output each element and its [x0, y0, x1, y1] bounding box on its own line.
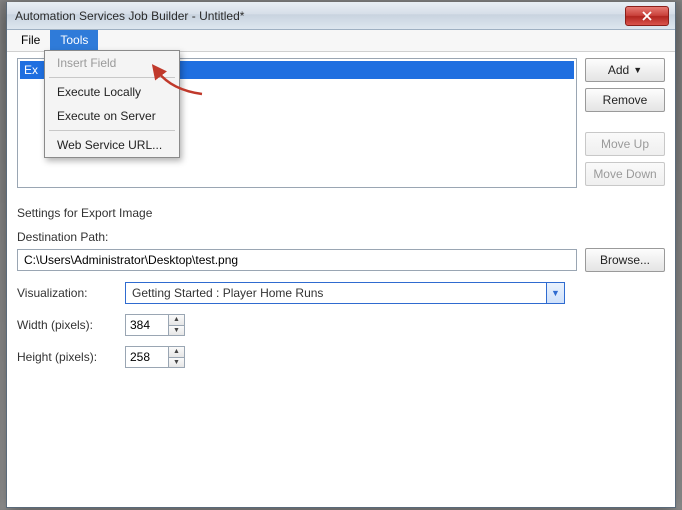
- menu-tools[interactable]: Tools: [50, 30, 98, 51]
- menubar: File Tools: [7, 30, 675, 52]
- close-icon: [642, 11, 652, 21]
- visualization-value: Getting Started : Player Home Runs: [132, 286, 546, 300]
- visualization-label: Visualization:: [17, 286, 117, 300]
- menu-insert-field: Insert Field: [45, 51, 179, 75]
- move-up-button[interactable]: Move Up: [585, 132, 665, 156]
- menu-file[interactable]: File: [11, 30, 50, 51]
- visualization-combo[interactable]: Getting Started : Player Home Runs ▼: [125, 282, 565, 304]
- spinner-down-icon[interactable]: ▼: [169, 325, 184, 336]
- add-button[interactable]: Add ▼: [585, 58, 665, 82]
- menu-separator: [49, 130, 175, 131]
- menu-execute-locally[interactable]: Execute Locally: [45, 80, 179, 104]
- chevron-down-icon[interactable]: ▼: [546, 283, 564, 303]
- close-button[interactable]: [625, 6, 669, 26]
- menu-separator: [49, 77, 175, 78]
- width-label: Width (pixels):: [17, 318, 117, 332]
- tools-menu: Insert Field Execute Locally Execute on …: [44, 50, 180, 158]
- height-input[interactable]: [126, 347, 168, 367]
- dest-path-input[interactable]: [17, 249, 577, 271]
- dest-path-label: Destination Path:: [17, 230, 665, 244]
- height-label: Height (pixels):: [17, 350, 117, 364]
- spinner-up-icon[interactable]: ▲: [169, 315, 184, 325]
- task-buttons: Add ▼ Remove Move Up Move Down: [585, 58, 665, 188]
- width-input[interactable]: [126, 315, 168, 335]
- spinner-down-icon[interactable]: ▼: [169, 357, 184, 368]
- move-down-button[interactable]: Move Down: [585, 162, 665, 186]
- spinner-up-icon[interactable]: ▲: [169, 347, 184, 357]
- titlebar: Automation Services Job Builder - Untitl…: [7, 2, 675, 30]
- menu-web-service-url[interactable]: Web Service URL...: [45, 133, 179, 157]
- remove-button[interactable]: Remove: [585, 88, 665, 112]
- width-spinner[interactable]: ▲▼: [125, 314, 185, 336]
- settings-heading: Settings for Export Image: [17, 206, 665, 220]
- chevron-down-icon: ▼: [633, 65, 642, 75]
- window-title: Automation Services Job Builder - Untitl…: [15, 9, 625, 23]
- height-spinner[interactable]: ▲▼: [125, 346, 185, 368]
- add-button-label: Add: [608, 63, 629, 77]
- browse-button[interactable]: Browse...: [585, 248, 665, 272]
- menu-execute-on-server[interactable]: Execute on Server: [45, 104, 179, 128]
